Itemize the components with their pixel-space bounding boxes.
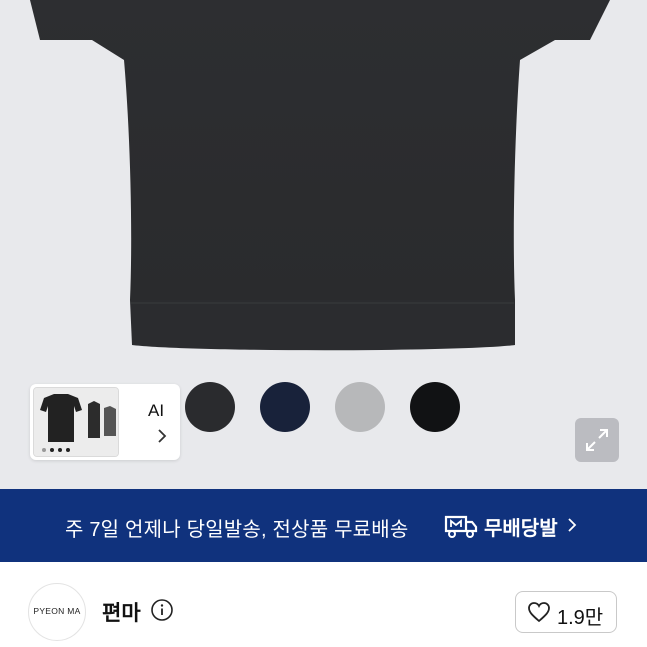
info-icon[interactable] xyxy=(150,598,174,622)
free-shipping-banner[interactable]: 주 7일 언제나 당일발송, 전상품 무료배송 무배당발 xyxy=(0,489,647,562)
color-swatch-gray[interactable] xyxy=(335,382,385,432)
ai-label: AI xyxy=(148,401,165,420)
color-swatch-black[interactable] xyxy=(410,382,460,432)
store-avatar[interactable]: PYEON MA xyxy=(28,583,86,641)
ai-thumbnail xyxy=(33,387,119,457)
delivery-truck-icon xyxy=(444,515,478,538)
tshirt-thumbnail-icon xyxy=(34,388,118,456)
avatar-text: PYEON MA xyxy=(33,606,81,616)
like-count: 1.9만 xyxy=(557,607,604,629)
store-name[interactable]: 편마 xyxy=(102,597,141,627)
banner-text: 주 7일 언제나 당일발송, 전상품 무료배송 xyxy=(65,519,409,541)
color-swatch-navy[interactable] xyxy=(260,382,310,432)
like-button[interactable]: 1.9만 xyxy=(515,591,617,633)
chevron-right-icon xyxy=(158,429,167,443)
banner-brand: 무배당발 xyxy=(484,518,558,540)
expand-image-button[interactable] xyxy=(575,418,619,462)
chevron-right-icon xyxy=(568,518,577,532)
product-image[interactable]: AI xyxy=(0,0,647,489)
color-swatch-charcoal[interactable] xyxy=(185,382,235,432)
ai-styling-card[interactable]: AI xyxy=(30,384,180,460)
expand-icon xyxy=(586,429,608,451)
heart-icon xyxy=(528,602,550,623)
